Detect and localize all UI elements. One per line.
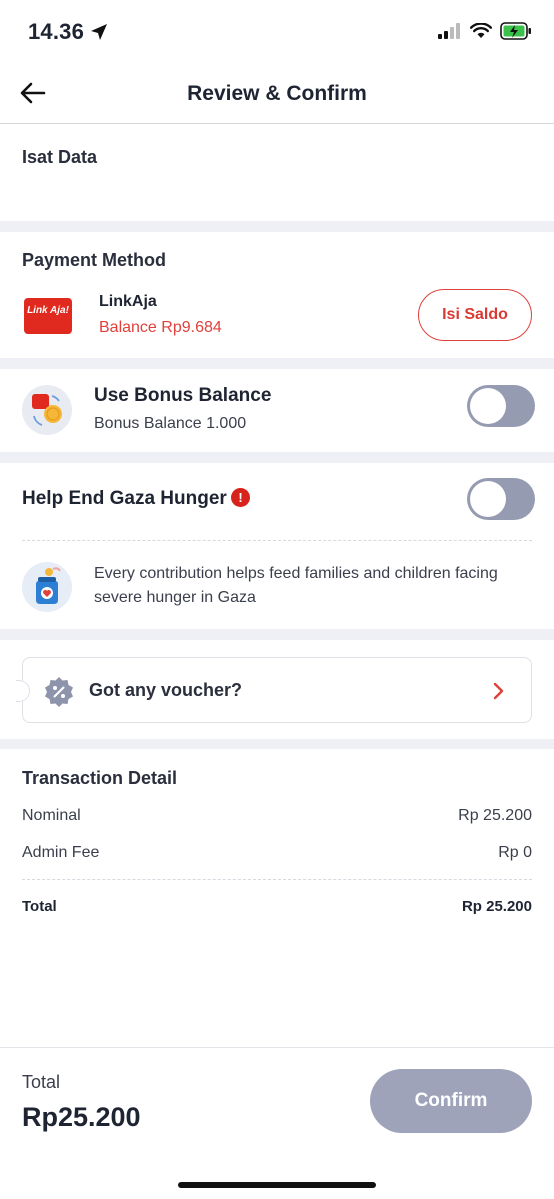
dashed-divider xyxy=(22,879,532,880)
confirm-button[interactable]: Confirm xyxy=(370,1069,532,1133)
product-section: Isat Data xyxy=(0,125,554,221)
wifi-icon xyxy=(470,22,492,44)
section-divider xyxy=(0,358,554,369)
bonus-coin-icon xyxy=(22,385,72,435)
admin-fee-label: Admin Fee xyxy=(22,844,100,861)
donation-title: Help End Gaza Hunger xyxy=(22,488,227,509)
dashed-divider xyxy=(22,540,532,541)
admin-fee-value: Rp 0 xyxy=(498,844,532,861)
location-arrow-icon xyxy=(90,23,108,46)
section-divider xyxy=(0,739,554,749)
section-divider xyxy=(0,221,554,232)
bonus-balance-amount: Bonus Balance 1.000 xyxy=(94,415,247,432)
section-divider xyxy=(0,452,554,463)
battery-charging-icon xyxy=(500,22,532,45)
voucher-notch xyxy=(16,680,30,702)
nominal-label: Nominal xyxy=(22,807,81,824)
section-divider xyxy=(0,629,554,640)
chevron-right-icon xyxy=(493,682,505,705)
status-bar: 14.36 xyxy=(0,0,554,66)
payment-balance: Balance Rp9.684 xyxy=(99,319,222,336)
payment-method-title: Payment Method xyxy=(22,250,167,270)
voucher-card[interactable]: Got any voucher? xyxy=(16,657,532,723)
page-title: Review & Confirm xyxy=(187,82,367,105)
payment-method-name: LinkAja xyxy=(99,293,157,310)
nominal-value: Rp 25.200 xyxy=(458,807,532,824)
voucher-discount-icon xyxy=(43,676,75,713)
alert-icon[interactable]: ! xyxy=(231,488,250,507)
donation-toggle[interactable] xyxy=(467,478,535,520)
bonus-balance-title: Use Bonus Balance xyxy=(94,385,272,406)
checkout-footer: Total Rp25.200 Confirm xyxy=(0,1047,554,1199)
total-label: Total xyxy=(22,898,57,915)
toggle-knob xyxy=(470,388,506,424)
donation-description: Every contribution helps feed families a… xyxy=(94,565,498,606)
status-time: 14.36 xyxy=(28,19,85,44)
voucher-label: Got any voucher? xyxy=(89,680,243,700)
linkaja-logo: Link Aja! xyxy=(24,298,72,334)
donation-jar-icon xyxy=(22,562,72,612)
bonus-balance-toggle[interactable] xyxy=(467,385,535,427)
footer-total-label: Total xyxy=(22,1072,61,1092)
product-name: Isat Data xyxy=(22,147,98,167)
home-indicator[interactable] xyxy=(178,1182,376,1188)
cellular-signal-icon xyxy=(438,23,462,44)
transaction-detail-title: Transaction Detail xyxy=(22,768,178,788)
total-value: Rp 25.200 xyxy=(461,898,532,915)
footer-total-amount: Rp25.200 xyxy=(22,1102,141,1132)
top-up-button[interactable]: Isi Saldo xyxy=(418,289,532,341)
status-icons xyxy=(438,22,532,45)
app-header: Review & Confirm xyxy=(0,66,554,124)
toggle-knob xyxy=(470,481,506,517)
